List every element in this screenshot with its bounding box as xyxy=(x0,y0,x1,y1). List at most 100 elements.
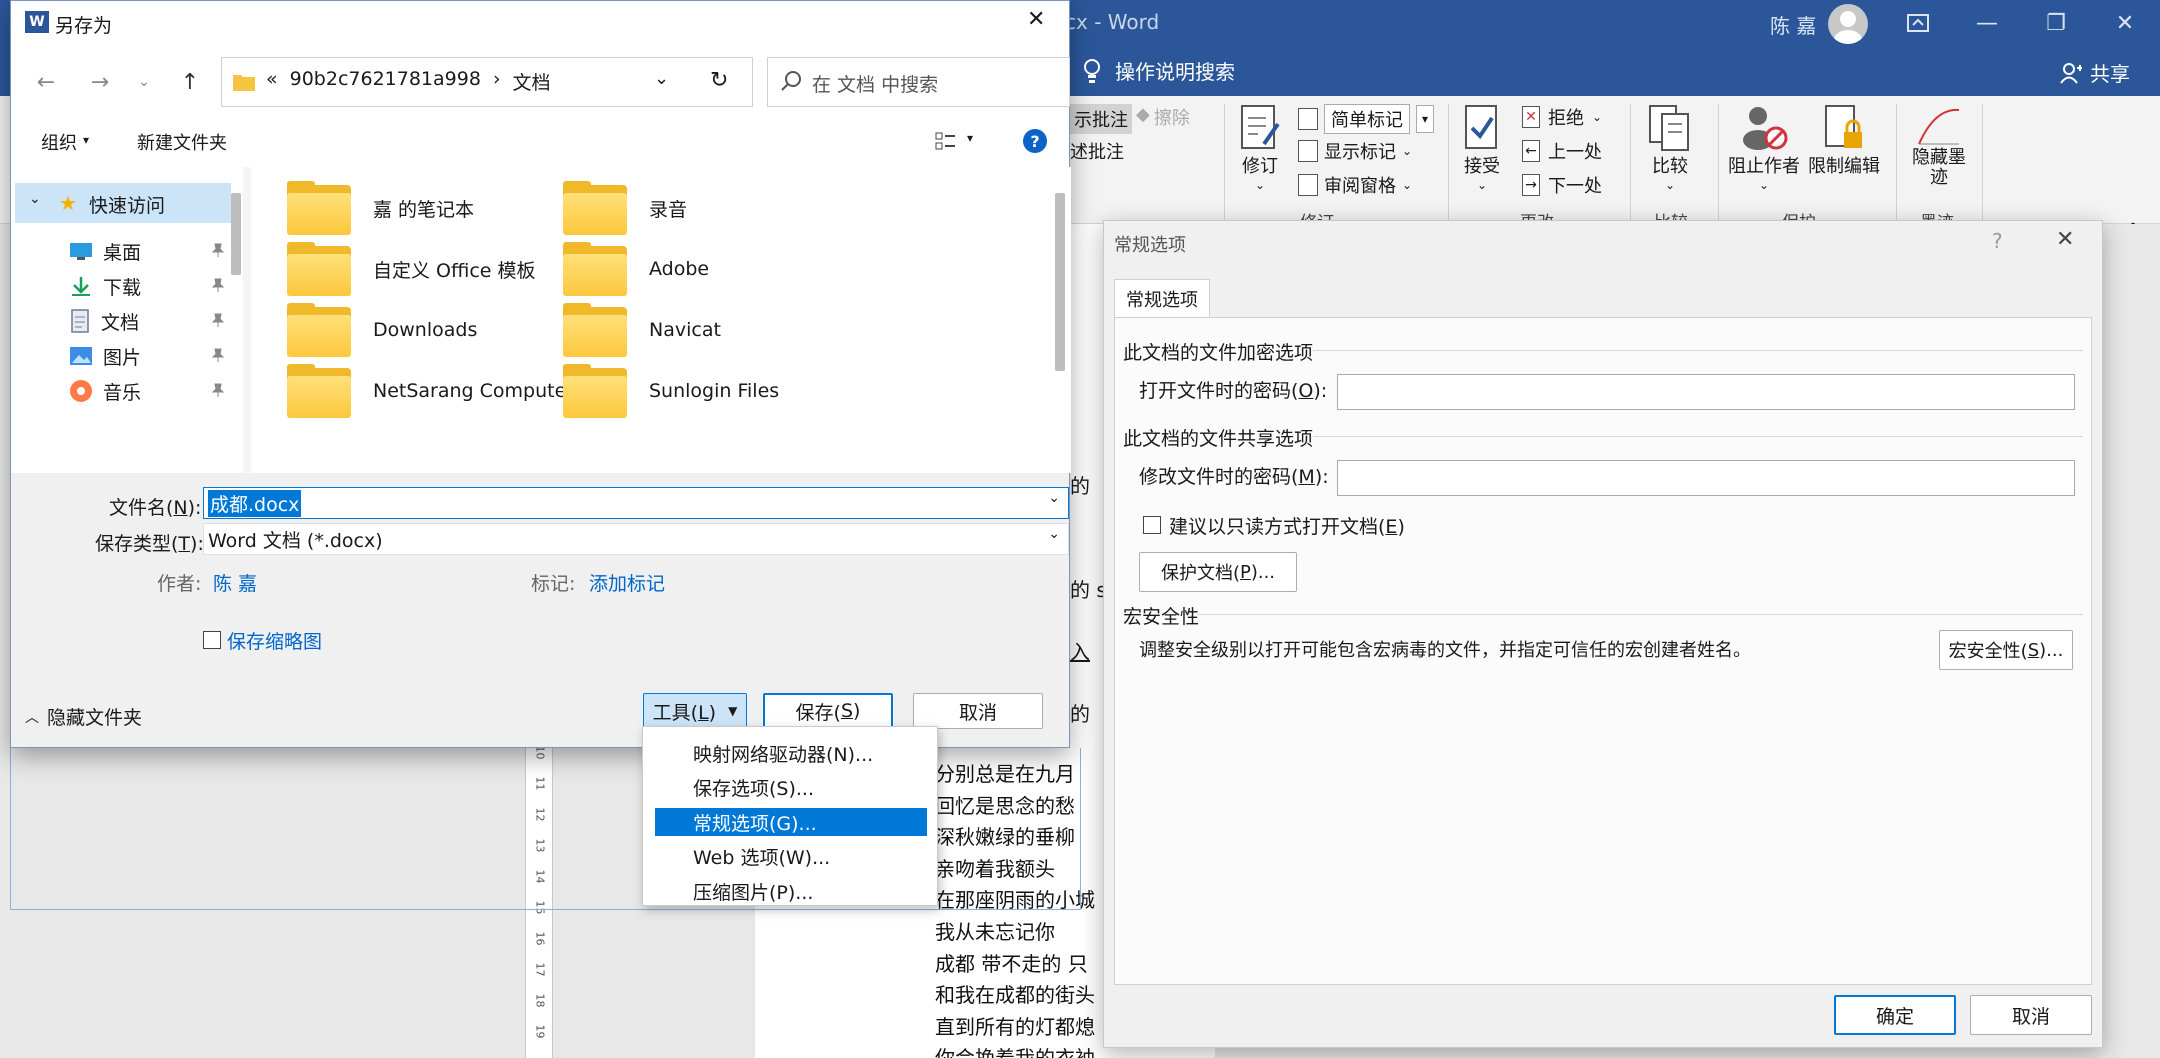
show-markup-button[interactable]: 显示标记 ⌄ xyxy=(1298,138,1412,164)
tell-me-search[interactable]: 操作说明搜索 xyxy=(1083,56,1235,85)
reject-button[interactable]: ✕ 拒绝 ⌄ xyxy=(1522,104,1602,130)
save-thumbnail-label[interactable]: 保存缩略图 xyxy=(227,627,322,654)
download-icon xyxy=(69,275,93,297)
readonly-checkbox[interactable] xyxy=(1143,516,1161,534)
ribbon-display-icon[interactable] xyxy=(1886,0,1950,46)
hide-folders-button[interactable]: ︿ 隐藏文件夹 xyxy=(25,703,142,730)
breadcrumb-current[interactable]: 文档 xyxy=(513,68,551,95)
lightbulb-icon xyxy=(1084,58,1100,83)
minimize-icon[interactable]: — xyxy=(1955,0,2019,46)
file-name: Adobe xyxy=(649,258,710,280)
filetype-select[interactable]: Word 文档 (*.docx) ⌄ xyxy=(203,523,1069,555)
file-name: Navicat xyxy=(649,319,721,341)
pin-icon[interactable] xyxy=(211,348,225,362)
nav-scrollbar[interactable] xyxy=(231,193,241,275)
breadcrumb-folder[interactable]: 90b2c7621781a998 xyxy=(290,68,481,95)
cancel-button[interactable]: 取消 xyxy=(913,693,1043,729)
refresh-icon[interactable]: ↻ xyxy=(710,68,728,93)
share-button[interactable]: 共享 xyxy=(2060,58,2130,87)
close-icon[interactable]: ✕ xyxy=(1027,7,1045,32)
section-divider xyxy=(1313,436,2083,437)
pin-icon[interactable] xyxy=(211,383,225,397)
menu-item[interactable]: 常规选项(G)... xyxy=(655,808,927,837)
reviewing-pane-button[interactable]: 审阅窗格 ⌄ xyxy=(1298,172,1412,198)
address-bar[interactable]: « 90b2c7621781a998 › 文档 ⌄ ↻ xyxy=(221,57,753,107)
general-options-dialog: 常规选项 ? ✕ 常规选项 此文档的文件加密选项 打开文件时的密码(O): 此文… xyxy=(1103,220,2103,1048)
file-item[interactable]: Adobe xyxy=(563,238,709,300)
up-icon[interactable]: ↑ xyxy=(171,63,209,101)
file-item[interactable]: NetSarang Computer xyxy=(287,360,574,422)
filename-field[interactable]: 成都.docx ⌄ xyxy=(203,487,1069,519)
author-value[interactable]: 陈 嘉 xyxy=(213,569,257,596)
chevron-down-icon[interactable]: ⌄ xyxy=(654,68,669,89)
back-icon[interactable]: ← xyxy=(27,63,65,101)
tools-button[interactable]: 工具(L) ▼ xyxy=(643,693,747,729)
open-password-field[interactable] xyxy=(1337,374,2075,410)
cancel-button[interactable]: 取消 xyxy=(1970,995,2092,1035)
save-thumbnail-checkbox[interactable] xyxy=(203,631,221,649)
menu-item[interactable]: 压缩图片(P)... xyxy=(655,877,927,905)
view-options-button[interactable]: ▾ xyxy=(935,131,973,151)
next-change-button[interactable]: → 下一处 xyxy=(1522,172,1602,198)
file-item[interactable]: 录音 xyxy=(563,177,687,239)
help-icon[interactable]: ? xyxy=(1992,229,2003,253)
hide-ink-button[interactable]: 隐藏墨 迹 xyxy=(1912,104,1966,188)
avatar[interactable] xyxy=(1828,4,1868,44)
tab-general-options[interactable]: 常规选项 xyxy=(1114,279,1210,317)
menu-item[interactable]: Web 选项(W)... xyxy=(655,843,927,871)
delete-comment-button[interactable]: ◆ 擦除 xyxy=(1136,104,1190,130)
file-item[interactable]: 自定义 Office 模板 xyxy=(287,238,536,300)
pane-splitter[interactable] xyxy=(243,167,251,473)
previous-change-button[interactable]: ← 上一处 xyxy=(1522,138,1602,164)
sidebar-item-pictures[interactable]: 图片 xyxy=(69,336,229,376)
sidebar-item-desktop[interactable]: 桌面 xyxy=(69,231,229,271)
sidebar-item-download[interactable]: 下载 xyxy=(69,266,229,306)
search-input[interactable]: 在 文档 中搜索 xyxy=(767,57,1070,107)
close-icon[interactable]: ✕ xyxy=(2093,0,2157,46)
pin-icon[interactable] xyxy=(211,313,225,327)
readonly-label[interactable]: 建议以只读方式打开文档(E) xyxy=(1169,512,1405,539)
macro-security-button[interactable]: 宏安全性(S)... xyxy=(1939,630,2073,670)
dialog-titlebar[interactable]: 常规选项 ? ✕ xyxy=(1104,221,2102,265)
ok-button[interactable]: 确定 xyxy=(1834,995,1956,1035)
sidebar-item-music[interactable]: 音乐 xyxy=(69,371,229,411)
accept-button[interactable]: 接受 ⌄ xyxy=(1462,104,1502,192)
help-icon[interactable]: ? xyxy=(1023,129,1047,153)
add-tags-link[interactable]: 添加标记 xyxy=(589,569,665,596)
word-user-name[interactable]: 陈 嘉 xyxy=(1770,10,1816,39)
file-list-scrollbar[interactable] xyxy=(1055,193,1065,371)
breadcrumb-overflow[interactable]: « xyxy=(266,68,278,95)
forward-icon[interactable]: → xyxy=(81,63,119,101)
restrict-editing-button[interactable]: 限制编辑 xyxy=(1808,104,1880,178)
chevron-down-icon[interactable]: ⌄ xyxy=(1048,490,1060,506)
pin-icon[interactable] xyxy=(211,278,225,292)
modify-password-field[interactable] xyxy=(1337,460,2075,496)
dialog-titlebar[interactable]: W 另存为 ✕ xyxy=(11,1,1069,45)
menu-item[interactable]: 保存选项(S)... xyxy=(655,774,927,802)
file-item[interactable]: Downloads xyxy=(287,299,477,361)
menu-item[interactable]: 映射网络驱动器(N)... xyxy=(655,739,927,767)
file-item[interactable]: 嘉 的笔记本 xyxy=(287,177,474,239)
ruler-number: 18 xyxy=(533,993,547,1008)
compare-button[interactable]: 比较 ⌄ xyxy=(1648,104,1692,192)
quick-access-item[interactable]: ⌄ ★ 快速访问 xyxy=(15,183,231,223)
close-icon[interactable]: ✕ xyxy=(2056,227,2074,252)
track-changes-button[interactable]: 修订 ⌄ xyxy=(1238,104,1282,192)
pin-icon[interactable] xyxy=(211,243,225,257)
markup-mode-dropdown[interactable]: 简单标记 ▾ xyxy=(1298,104,1434,134)
sidebar-item-document[interactable]: 文档 xyxy=(69,301,229,341)
organize-button[interactable]: 组织 ▾ xyxy=(41,129,89,155)
markup-pane-button[interactable]: 述批注 xyxy=(1070,138,1124,164)
filetype-value: Word 文档 (*.docx) xyxy=(208,529,383,552)
file-item[interactable]: Sunlogin Files xyxy=(563,360,779,422)
save-button[interactable]: 保存(S) xyxy=(763,693,893,729)
share-label: 共享 xyxy=(2090,62,2130,86)
show-comments-button[interactable]: 示批注 xyxy=(1070,104,1132,134)
restore-icon[interactable]: ❐ xyxy=(2024,0,2088,46)
block-authors-button[interactable]: 阻止作者 ⌄ xyxy=(1728,104,1800,192)
new-folder-button[interactable]: 新建文件夹 xyxy=(137,129,227,155)
recent-locations-icon[interactable]: ⌄ xyxy=(125,63,163,101)
ribbon-separator xyxy=(1896,104,1897,222)
protect-document-button[interactable]: 保护文档(P)... xyxy=(1139,552,1297,592)
file-item[interactable]: Navicat xyxy=(563,299,721,361)
